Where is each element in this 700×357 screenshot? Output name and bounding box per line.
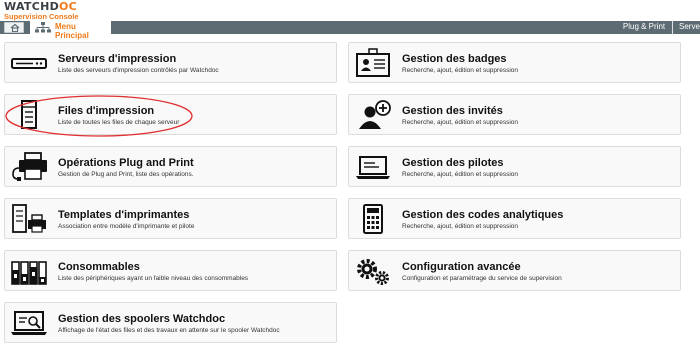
server-icon xyxy=(11,58,47,69)
card-gestion-pilotes[interactable]: Gestion des pilotes Recherche, ajout, éd… xyxy=(348,146,681,187)
card-serveurs-impression[interactable]: Serveurs d'impression Liste des serveurs… xyxy=(4,42,337,83)
network-icon xyxy=(35,22,51,33)
tab-menu-principal-label: Menu Principal xyxy=(55,22,89,40)
card-title: Gestion des pilotes xyxy=(402,157,504,169)
card-title: Gestion des spoolers Watchdoc xyxy=(58,313,226,325)
card-gestion-codes-analytiques[interactable]: Gestion des codes analytiques Recherche,… xyxy=(348,198,681,239)
card-description: Gestion de Plug and Print, liste des opé… xyxy=(58,171,194,178)
spooler-icon xyxy=(11,311,47,335)
card-title: Templates d'imprimantes xyxy=(58,209,190,221)
card-description: Recherche, ajout, édition et suppression xyxy=(402,119,518,126)
card-templates-imprimantes[interactable]: Templates d'imprimantes Association entr… xyxy=(4,198,337,239)
card-description: Liste de toutes les files de chaque serv… xyxy=(58,119,180,126)
printer-tower-icon xyxy=(21,100,37,129)
gears-icon xyxy=(357,259,389,285)
logo-subtitle: Supervision Console xyxy=(4,12,79,21)
header: WATCHDOC Supervision Console xyxy=(0,0,700,21)
printer-template-icon xyxy=(12,204,46,233)
card-gestion-invites[interactable]: Gestion des invités Recherche, ajout, éd… xyxy=(348,94,681,135)
watchdoc-logo[interactable]: WATCHDOC Supervision Console xyxy=(4,1,79,21)
card-description: Recherche, ajout, édition et suppression xyxy=(402,223,518,230)
card-description: Recherche, ajout, édition et suppression xyxy=(402,171,518,178)
card-title: Gestion des codes analytiques xyxy=(402,209,564,221)
card-description: Association entre modèle d'imprimante et… xyxy=(58,223,195,230)
toner-icon xyxy=(11,261,47,285)
card-gestion-spoolers[interactable]: Gestion des spoolers Watchdoc Affichage … xyxy=(4,302,337,343)
nav-serve[interactable]: Serve xyxy=(679,21,700,34)
card-description: Liste des périphériques ayant un faible … xyxy=(58,275,249,282)
card-title: Consommables xyxy=(58,261,140,273)
calculator-icon xyxy=(363,204,383,234)
card-description: Configuration et paramétrage du service … xyxy=(402,275,562,282)
card-description: Liste des serveurs d'impression contrôlé… xyxy=(58,67,219,74)
laptop-icon xyxy=(356,156,390,179)
nav-plug-print[interactable]: Plug & Print xyxy=(618,21,670,34)
nav-divider xyxy=(672,21,673,34)
card-title: Serveurs d'impression xyxy=(58,53,177,65)
card-configuration-avancee[interactable]: Configuration avancée Configuration et p… xyxy=(348,250,681,291)
card-title: Opérations Plug and Print xyxy=(58,157,194,169)
card-gestion-badges[interactable]: Gestion des badges Recherche, ajout, édi… xyxy=(348,42,681,83)
card-description: Recherche, ajout, édition et suppression xyxy=(402,67,518,74)
badge-icon xyxy=(356,48,390,77)
card-files-impression[interactable]: Files d'impression Liste de toutes les f… xyxy=(4,94,337,135)
card-title: Configuration avancée xyxy=(402,261,521,273)
card-description: Affichage de l'état des files et des tra… xyxy=(58,327,280,334)
card-title: Files d'impression xyxy=(58,105,155,117)
card-consommables[interactable]: Consommables Liste des périphériques aya… xyxy=(4,250,337,291)
home-icon xyxy=(10,24,20,32)
navbar: Menu Principal Plug & Print Serve xyxy=(0,21,700,40)
home-button[interactable] xyxy=(4,22,24,33)
card-operations-plug-print[interactable]: Opérations Plug and Print Gestion de Plu… xyxy=(4,146,337,187)
tab-menu-principal[interactable]: Menu Principal xyxy=(30,21,111,40)
add-guest-icon xyxy=(359,100,391,129)
card-title: Gestion des invités xyxy=(402,105,503,117)
plug-printer-icon xyxy=(12,152,47,181)
card-title: Gestion des badges xyxy=(402,53,507,65)
